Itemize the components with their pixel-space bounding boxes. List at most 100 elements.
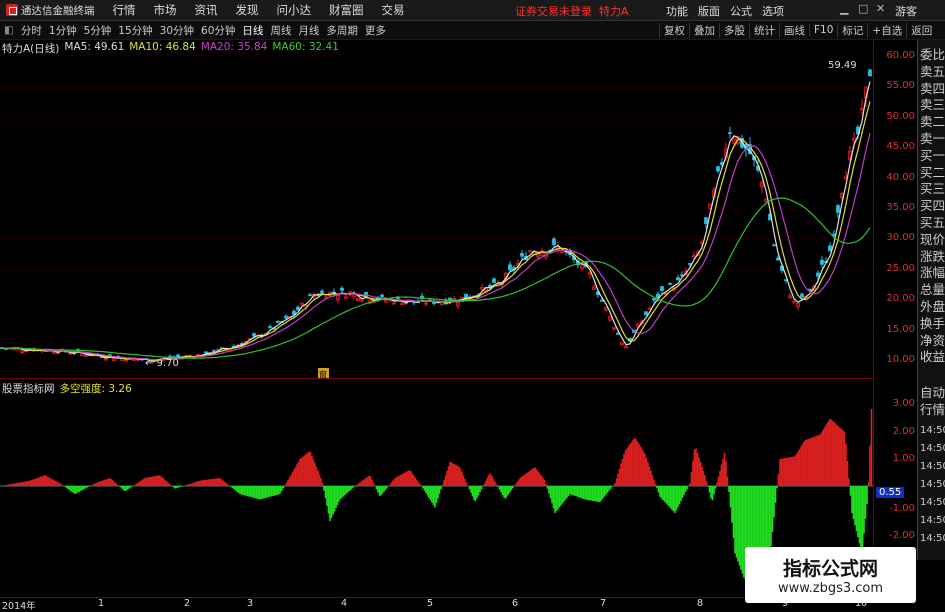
indicator-current-value: 0.55 (876, 487, 905, 498)
candle-body (704, 217, 708, 224)
date-label: 2014年 (2, 601, 36, 612)
candle-body (816, 272, 820, 277)
candle-body (268, 326, 272, 328)
candle-body (800, 293, 804, 298)
price-tick: 25.00 (886, 262, 915, 274)
candle-body (820, 259, 824, 265)
sidebar-time: 14:50 (920, 479, 945, 490)
candle-body (320, 290, 324, 293)
ma-line (1, 197, 871, 359)
sidebar-item[interactable]: 行情 (920, 403, 945, 417)
candle-body (836, 205, 840, 213)
sidebar-item[interactable]: 外盘 (920, 300, 945, 314)
candle-body (668, 283, 672, 285)
low-price-label: ← 9.70 (145, 358, 179, 369)
candle-body (308, 294, 312, 297)
sidebar-item[interactable]: 卖一 (920, 132, 945, 146)
sidebar-item[interactable]: 买二 (920, 165, 945, 180)
sidebar-time: 14:50 (920, 443, 945, 454)
price-tick: 35.00 (886, 202, 915, 213)
sidebar-item[interactable]: 现价 (920, 232, 945, 247)
watermark: 指标公式网 www.zbgs3.com (745, 547, 916, 603)
sidebar-item[interactable]: 买五 (920, 216, 945, 230)
ma60-value: MA60: 32.41 (272, 41, 339, 53)
candle-body (776, 257, 780, 261)
candle-body (296, 306, 300, 311)
kline-chart[interactable]: 59.49← 9.70窗 (0, 0, 873, 597)
candle-body (808, 288, 812, 291)
price-tick: 40.00 (886, 171, 915, 183)
sidebar-item[interactable]: 买四 (920, 199, 945, 213)
date-label: 7 (600, 598, 607, 609)
indicator-tick: -1.00 (889, 503, 915, 514)
candle-body (652, 298, 656, 301)
price-tick: 15.00 (886, 323, 915, 335)
price-tick: 55.00 (886, 80, 915, 92)
indicator-tick: 1.00 (892, 453, 915, 464)
date-label: 3 (247, 598, 254, 609)
candle-body (284, 315, 288, 319)
sidebar-item[interactable]: 涨幅 (920, 266, 945, 280)
close-icon[interactable]: ✕ (876, 2, 885, 15)
price-tick: 50.00 (886, 110, 915, 122)
btn-back[interactable]: 返回 (906, 22, 936, 38)
ma10-value: MA10: 46.84 (129, 41, 196, 53)
sidebar-item[interactable]: 卖四 (920, 81, 945, 96)
sidebar-time: 14:50 (920, 461, 945, 472)
date-label: 2 (184, 598, 191, 609)
ma-line (1, 132, 871, 361)
candle-body (252, 333, 256, 337)
sidebar-time: 14:50 (920, 533, 945, 544)
candle-body (276, 320, 280, 323)
panel-divider (0, 378, 873, 379)
sidebar-item[interactable]: 委比 (920, 48, 945, 62)
candle-body (552, 238, 556, 246)
candle-body (492, 278, 496, 283)
sidebar-item[interactable]: 卖三 (920, 98, 945, 112)
guest-label[interactable]: 游客 (895, 3, 917, 19)
indicator-tick: -2.00 (889, 530, 915, 541)
sidebar-time: 14:50 (920, 515, 945, 526)
candle-body (340, 287, 344, 291)
date-label: 5 (427, 598, 434, 609)
sidebar-item[interactable]: 自动 (920, 386, 945, 400)
ma5-value: MA5: 49.61 (64, 41, 125, 53)
price-tick: 10.00 (886, 354, 915, 365)
sidebar-item[interactable]: 卖五 (920, 64, 945, 79)
watermark-title: 指标公式网 (782, 558, 878, 580)
sidebar-item[interactable]: 换手 (920, 316, 945, 331)
price-tick: 45.00 (886, 141, 915, 153)
candle-body (324, 296, 328, 299)
ma-info: 特力A(日线) MA5: 49.61 MA10: 46.84 MA20: 35.… (2, 41, 339, 56)
ma-line (1, 81, 871, 362)
candle-body (520, 252, 524, 257)
candle-body (716, 166, 720, 172)
sidebar-item[interactable]: 收益 (920, 350, 945, 364)
date-label: 4 (341, 598, 348, 609)
sidebar-item[interactable]: 总量 (920, 283, 945, 297)
sidebar-item[interactable]: 买三 (920, 182, 945, 196)
candle-body (832, 233, 836, 236)
candle-body (728, 132, 732, 135)
btn-add-watch[interactable]: +自选 (867, 22, 906, 38)
ma20-value: MA20: 35.84 (200, 41, 268, 53)
candle-body (644, 311, 648, 316)
sidebar-item[interactable]: 卖二 (920, 115, 945, 129)
candle-body (676, 277, 680, 281)
indicator-tick: 2.00 (892, 426, 915, 437)
sidebar-item[interactable]: 涨跌 (920, 249, 945, 264)
price-tick: 60.00 (886, 50, 915, 61)
watermark-url: www.zbgs3.com (777, 581, 884, 596)
date-label: 1 (98, 598, 105, 609)
price-tick: 30.00 (886, 232, 915, 244)
date-label: 6 (512, 598, 519, 609)
quote-sidebar: 委比卖五卖四卖三卖二卖一买一买二买三买四买五现价涨跌涨幅总量外盘换手净资收益自动… (917, 40, 945, 560)
sidebar-item[interactable]: 买一 (920, 148, 945, 163)
price-tick: 20.00 (886, 293, 915, 305)
high-price-label: 59.49 (828, 60, 857, 71)
date-axis: 2014年 1 2 3 4 5 6 7 8 9 10 (0, 597, 873, 612)
sidebar-time: 14:50 (920, 497, 945, 508)
date-label: 8 (697, 598, 704, 609)
indicator-name[interactable]: 股票指标网 (2, 381, 55, 396)
sidebar-item[interactable]: 净资 (920, 333, 945, 348)
